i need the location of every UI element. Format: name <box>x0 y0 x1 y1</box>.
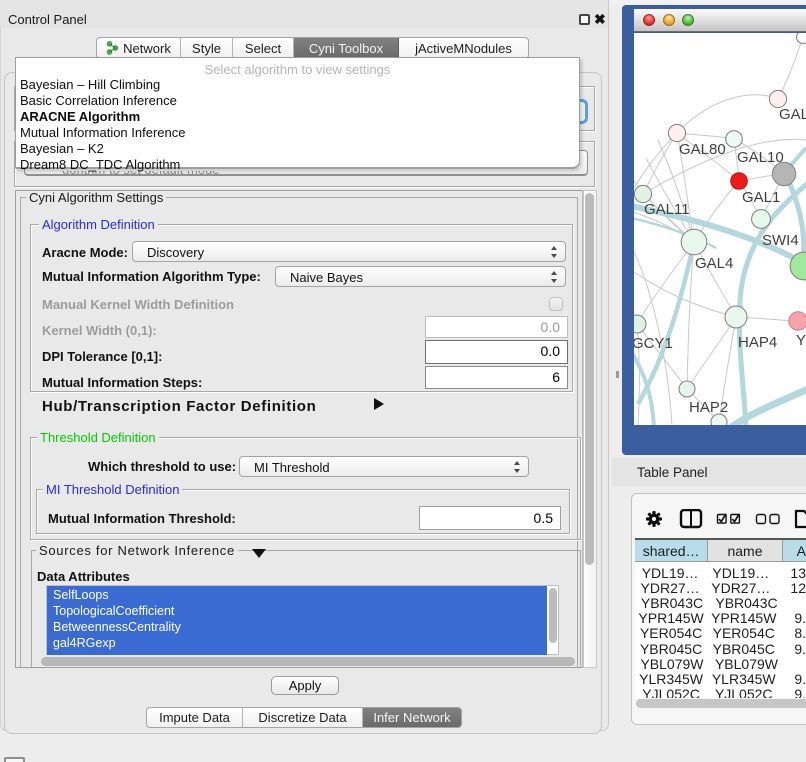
svg-text:GAL80: GAL80 <box>679 141 726 158</box>
svg-text:SWI4: SWI4 <box>762 232 799 249</box>
svg-text:GAL4: GAL4 <box>695 255 733 272</box>
svg-text:GAL7: GAL7 <box>779 106 806 123</box>
svg-text:Y: Y <box>796 332 806 349</box>
svg-text:GAL10: GAL10 <box>737 149 784 166</box>
svg-text:HAP4: HAP4 <box>738 334 777 351</box>
svg-text:GCY1: GCY1 <box>634 335 673 352</box>
svg-text:HAP2: HAP2 <box>689 399 728 416</box>
svg-text:GAL1: GAL1 <box>742 189 780 206</box>
svg-text:GAL11: GAL11 <box>644 201 690 218</box>
